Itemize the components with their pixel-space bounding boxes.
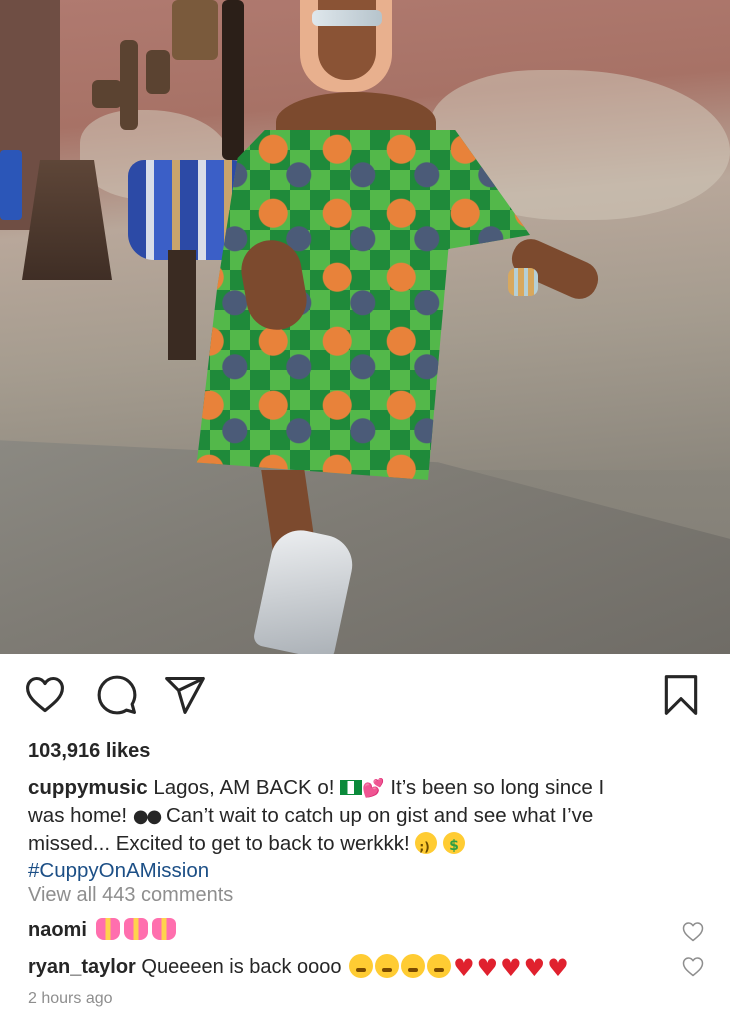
photo-bracelet — [508, 268, 538, 296]
comment-like-heart-icon[interactable] — [680, 920, 706, 944]
gift-heart-icon — [124, 918, 149, 940]
caption-text-part: Lagos, AM BACK o! — [153, 776, 335, 799]
bookmark-icon — [664, 675, 698, 715]
paper-plane-icon — [165, 676, 205, 714]
red-heart-icon: ♥ — [547, 954, 569, 982]
money-mouth-face-icon — [443, 832, 466, 860]
post-photo[interactable] — [0, 0, 730, 654]
caption-text-part: missed... Excited to get to back to werk… — [28, 832, 410, 855]
photo-person — [0, 0, 730, 654]
comment-username[interactable]: naomi — [28, 919, 87, 941]
post-timestamp: 2 hours ago — [28, 990, 113, 1007]
photo-shoe — [252, 524, 358, 654]
caption-text-part: It’s been so long since I — [390, 776, 605, 799]
heart-outline-icon — [26, 676, 64, 713]
caption-text-part: was home! — [28, 804, 128, 827]
red-heart-icon: ♥ — [453, 954, 475, 982]
winking-face-icon — [415, 832, 438, 861]
eyes-icon: ●● — [132, 806, 162, 827]
red-heart-icon: ♥ — [476, 954, 499, 982]
photo-dress — [196, 130, 530, 480]
comment-username[interactable]: ryan_taylor — [28, 956, 136, 978]
share-button[interactable] — [160, 670, 210, 720]
like-button[interactable] — [20, 670, 70, 720]
caption-username[interactable]: cuppymusic — [28, 776, 148, 799]
comment-row: ryan_taylor Queeeen is back oooo ♥♥♥♥♥ — [28, 954, 668, 982]
sparkling-heart-icon: 💕 — [362, 778, 385, 799]
caption-hashtag[interactable]: #CuppyOnAMission — [28, 859, 209, 882]
tired-face-icon — [427, 954, 452, 978]
gift-heart-icon — [96, 918, 121, 940]
comment-like-heart-icon[interactable] — [680, 955, 706, 979]
view-all-comments-link[interactable]: View all 443 comments — [28, 884, 233, 907]
comment-row: naomi — [28, 918, 668, 942]
comment-bubble-icon — [97, 675, 137, 715]
red-heart-icon: ♥ — [523, 954, 546, 982]
tired-face-icon — [401, 954, 426, 978]
save-button[interactable] — [656, 670, 706, 720]
comment-text: Queeeen is back oooo — [141, 956, 342, 978]
nigeria-flag-icon — [340, 780, 363, 795]
tired-face-icon — [375, 954, 400, 978]
caption-text-part: Can’t wait to catch up on gist and see w… — [165, 804, 594, 827]
gift-heart-icon — [152, 918, 177, 940]
tired-face-icon — [349, 954, 374, 978]
red-heart-icon: ♥ — [500, 954, 522, 982]
likes-count[interactable]: 103,916 likes — [28, 740, 150, 763]
comment-button[interactable] — [92, 670, 142, 720]
photo-sunglasses — [312, 10, 382, 26]
post-action-bar — [0, 654, 730, 738]
post-caption: cuppymusic Lagos, AM BACK o! 💕 It’s been… — [28, 774, 708, 884]
